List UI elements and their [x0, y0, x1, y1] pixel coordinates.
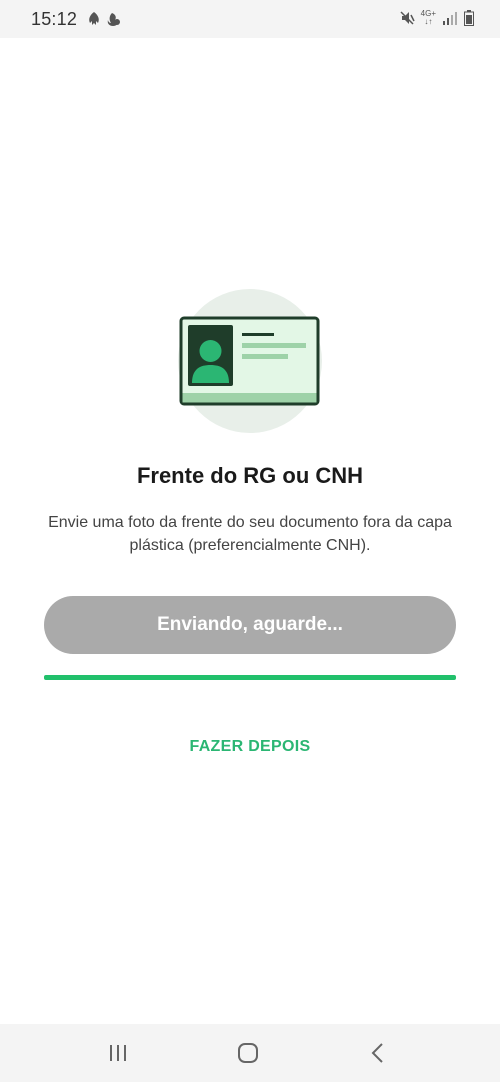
- upload-progress-bar: [44, 675, 456, 680]
- status-bar: 15:12 4G+ ↓↑: [0, 0, 500, 38]
- notification-leaf-icon: [89, 12, 99, 25]
- mute-vibrate-icon: [400, 11, 415, 25]
- status-time: 15:12: [31, 9, 78, 29]
- id-card-icon: [178, 289, 322, 433]
- network-activity-label: ↓↑: [424, 17, 433, 26]
- upload-button[interactable]: Enviando, aguarde...: [44, 596, 456, 654]
- battery-icon: [464, 10, 474, 26]
- upload-progress-fill: [44, 675, 456, 680]
- back-icon: [371, 1043, 383, 1063]
- recent-apps-button[interactable]: [98, 1038, 138, 1068]
- page-description: Envie uma foto da frente do seu document…: [48, 514, 452, 554]
- navigation-bar: [0, 1024, 500, 1082]
- home-icon: [238, 1043, 258, 1063]
- skip-for-later-link[interactable]: FAZER DEPOIS: [0, 738, 500, 756]
- network-type: 4G+ ↓↑: [421, 10, 436, 26]
- status-indicators: 4G+ ↓↑: [399, 10, 474, 26]
- signal-icon: [443, 12, 457, 25]
- notification-icons: [86, 11, 122, 27]
- recent-apps-icon: [110, 1045, 126, 1061]
- back-button[interactable]: [358, 1038, 398, 1068]
- notification-flame-icon: [107, 13, 120, 26]
- home-button[interactable]: [228, 1038, 268, 1068]
- page-title: Frente do RG ou CNH: [136, 463, 364, 488]
